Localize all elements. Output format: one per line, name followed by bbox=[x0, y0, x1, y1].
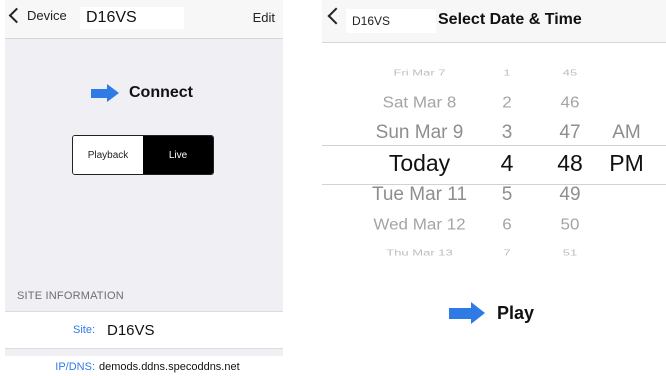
back-label: Device bbox=[27, 8, 67, 23]
picker-date: Sun Mar 9 bbox=[375, 122, 464, 143]
picker-date: Tue Mar 11 bbox=[371, 184, 468, 205]
ip-dns-value: demods.ddns.specoddns.net bbox=[99, 361, 240, 373]
picker-row[interactable]: Wed Mar 12 6 50 bbox=[322, 210, 666, 240]
site-row: Site: D16VS bbox=[5, 311, 283, 349]
device-name: D16VS bbox=[80, 7, 184, 29]
date-time-picker[interactable]: Fri Mar 7 1 45 Sat Mar 8 2 46 Sun Mar 9 3 47 AM To… bbox=[322, 60, 666, 260]
picker-minute: 48 bbox=[557, 150, 583, 176]
device-screen: Device D16VS Edit Connect Playback Live … bbox=[5, 0, 283, 376]
play-button[interactable]: Play bbox=[449, 302, 534, 324]
picker-row[interactable]: Tue Mar 11 5 49 bbox=[322, 180, 666, 210]
back-button[interactable]: Device bbox=[8, 7, 67, 24]
picker-minute: 49 bbox=[559, 184, 581, 205]
picker-row[interactable]: Sat Mar 8 2 46 bbox=[322, 88, 666, 118]
site-label: Site: bbox=[72, 324, 95, 336]
picker-minute: 50 bbox=[560, 216, 580, 234]
navigation-bar: D16VS Select Date & Time bbox=[322, 0, 666, 43]
picker-hour: 3 bbox=[501, 122, 513, 143]
picker-minute: 46 bbox=[560, 94, 580, 112]
arrow-right-icon bbox=[91, 84, 119, 102]
chevron-left-icon bbox=[8, 7, 25, 24]
picker-hour: 4 bbox=[500, 150, 514, 176]
navigation-bar: Device D16VS Edit bbox=[5, 0, 283, 39]
ip-dns-row: IP/DNS: demods.ddns.specoddns.net bbox=[5, 356, 283, 376]
picker-hour: 5 bbox=[501, 184, 513, 205]
picker-row[interactable]: Thu Mar 13 7 51 bbox=[322, 238, 666, 268]
picker-date: Today bbox=[388, 150, 451, 176]
ip-dns-label: IP/DNS: bbox=[55, 361, 95, 373]
picker-hour: 7 bbox=[503, 248, 511, 258]
connect-button[interactable]: Connect bbox=[91, 84, 193, 102]
playback-segment[interactable]: Playback bbox=[73, 136, 143, 174]
chevron-left-icon bbox=[327, 7, 345, 25]
date-time-screen: D16VS Select Date & Time Fri Mar 7 1 45 Sat… bbox=[322, 0, 666, 376]
picker-date: Sat Mar 8 bbox=[382, 94, 457, 112]
site-information-header: SITE INFORMATION bbox=[17, 290, 124, 302]
back-button[interactable] bbox=[327, 7, 345, 25]
connect-label: Connect bbox=[129, 84, 193, 101]
device-name: D16VS bbox=[346, 9, 436, 33]
picker-row[interactable]: Today 4 48 PM bbox=[322, 148, 666, 178]
edit-button[interactable]: Edit bbox=[253, 10, 275, 25]
picker-minute: 45 bbox=[562, 68, 578, 78]
picker-date: Thu Mar 13 bbox=[386, 248, 453, 258]
play-label: Play bbox=[497, 302, 535, 323]
mode-segmented-control: Playback Live bbox=[72, 135, 214, 175]
picker-minute: 51 bbox=[562, 248, 578, 258]
picker-row[interactable]: Fri Mar 7 1 45 bbox=[322, 58, 666, 88]
arrow-right-icon bbox=[449, 302, 485, 324]
picker-row[interactable]: Sun Mar 9 3 47 AM bbox=[322, 118, 666, 148]
picker-hour: 1 bbox=[503, 68, 511, 78]
picker-date: Wed Mar 12 bbox=[373, 216, 466, 234]
site-value: D16VS bbox=[107, 321, 155, 339]
picker-date: Fri Mar 7 bbox=[393, 68, 446, 78]
page-title: Select Date & Time bbox=[438, 11, 582, 28]
picker-minute: 47 bbox=[559, 122, 581, 143]
picker-ampm: PM bbox=[609, 150, 644, 176]
live-segment[interactable]: Live bbox=[143, 136, 213, 174]
picker-ampm: AM bbox=[612, 122, 641, 143]
picker-hour: 2 bbox=[502, 94, 512, 112]
picker-hour: 6 bbox=[502, 216, 512, 234]
